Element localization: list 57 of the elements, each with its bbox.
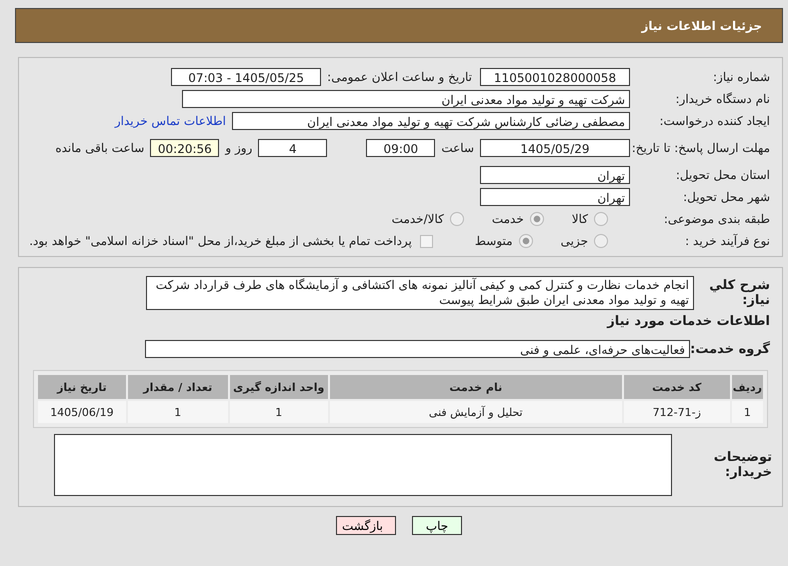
province-field: تهران (480, 166, 630, 184)
radio-button[interactable] (518, 234, 533, 248)
days-label: روز و (225, 141, 252, 155)
days-field: 4 (258, 139, 328, 157)
print-button[interactable]: چاپ (412, 516, 462, 535)
section-title: اطلاعات خدمات مورد نیاز (607, 314, 770, 328)
checkbox-label: پرداخت تمام یا بخشی از مبلغ خرید،از محل "اسناد خزانه اسلامی" خواهد بود. (29, 234, 412, 248)
field-label: مهلت ارسال پاسخ: تا تاریخ: (630, 141, 770, 155)
column-header: ردیف (732, 375, 763, 399)
buyer-notes-box[interactable] (54, 434, 672, 496)
remaining-time-field: 00:20:56 (150, 139, 220, 157)
field-label: شماره نیاز: (712, 70, 770, 84)
description-box: انجام خدمات نظارت و کنترل کمی و کیفی آنالیز نمونه های اکتشافی و آزمایشگاه های طرف قرارداد شرکت تهیه و تولید مواد معدنی ایران طبق شرایط پیوست (146, 276, 694, 310)
radio-button[interactable] (450, 212, 464, 226)
deadline-date-field: 1405/05/29 (480, 139, 630, 157)
field-label: ایجاد کننده درخواست: (658, 114, 770, 128)
radio-label: کالا (572, 212, 588, 226)
field-label: استان محل تحویل: (674, 168, 770, 182)
announce-date-field: 1405/05/25 - 07:03 (171, 68, 322, 86)
column-header: تعداد / مقدار (128, 375, 228, 399)
deadline-time-field: 09:00 (366, 139, 436, 157)
time-label: ساعت (441, 141, 474, 155)
radio-label: خدمت (492, 212, 524, 226)
buyer-contact-link[interactable]: اطلاعات تماس خریدار (114, 114, 226, 128)
table-cell: تحلیل و آزمایش فنی (330, 401, 622, 423)
column-header: واحد اندازه گیری (230, 375, 328, 399)
field-label: تاریخ و ساعت اعلان عمومی: (327, 70, 472, 84)
column-header: نام خدمت (330, 375, 622, 399)
need-number-field: 1105001028000058 (480, 68, 630, 86)
radio-label: کالا/خدمت (392, 212, 444, 226)
column-header: کد خدمت (624, 375, 730, 399)
table-cell: 1 (128, 401, 228, 423)
field-label: طبقه بندی موضوعی: (662, 212, 770, 226)
column-header: تاریخ نیاز (38, 375, 126, 399)
radio-button[interactable] (594, 234, 608, 248)
field-label: توضیحات خریدار: (712, 450, 772, 480)
radio-label: جزیی (560, 234, 588, 248)
field-label: گروه خدمت: (690, 342, 770, 356)
field-label: نام دستگاه خریدار: (674, 92, 770, 106)
back-button[interactable]: بازگشت (336, 516, 396, 535)
table-cell: 1405/06/19 (38, 401, 126, 423)
table-cell: 1 (230, 401, 328, 423)
field-label: شرح کلي نياز: (708, 278, 770, 308)
table-cell: 1 (732, 401, 763, 423)
city-field: تهران (480, 188, 630, 206)
creator-field: مصطفی رضائی کارشناس شرکت تهیه و تولید مواد معدنی ایران (232, 112, 630, 130)
remaining-label: ساعت باقی مانده (55, 141, 144, 155)
radio-button[interactable] (530, 212, 544, 226)
service-group-field: فعالیت‌های حرفه‌ای، علمی و فنی (145, 340, 690, 358)
checkbox[interactable] (420, 234, 433, 248)
radio-label: متوسط (474, 234, 513, 248)
field-label: نوع فرآیند خرید : (684, 234, 770, 248)
radio-button[interactable] (594, 212, 608, 226)
field-label: شهر محل تحویل: (682, 190, 770, 204)
buyer-field: شرکت تهیه و تولید مواد معدنی ایران (182, 90, 630, 108)
table-cell: ز-71-712 (624, 401, 730, 423)
header-title: جزئیات اطلاعات نیاز (641, 18, 762, 32)
